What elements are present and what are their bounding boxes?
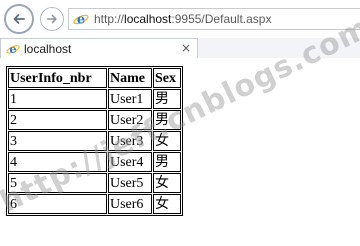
tab-strip: e localhost ×: [0, 38, 360, 58]
back-button[interactable]: [4, 4, 34, 34]
cell-sex: 女: [153, 131, 181, 151]
cell-name: User1: [108, 89, 152, 109]
url-path: :9955/Default.aspx: [171, 12, 272, 26]
table-row: 2 User2 男: [8, 110, 181, 130]
cell-name: User4: [108, 152, 152, 172]
address-bar[interactable]: e http://localhost:9955/Default.aspx: [68, 8, 360, 30]
user-info-table: UserInfo_nbr Name Sex 1 User1 男 2 User2 …: [6, 66, 183, 216]
page-content: UserInfo_nbr Name Sex 1 User1 男 2 User2 …: [0, 58, 360, 246]
navigation-bar: e http://localhost:9955/Default.aspx: [0, 0, 360, 38]
svg-text:e: e: [77, 13, 85, 28]
cell-userinfo-nbr: 3: [8, 131, 107, 151]
back-arrow-icon: [13, 14, 25, 24]
cell-userinfo-nbr: 6: [8, 194, 107, 214]
table-row: 6 User6 女: [8, 194, 181, 214]
table-row: 5 User5 女: [8, 173, 181, 193]
column-header-userinfo-nbr: UserInfo_nbr: [8, 68, 107, 88]
table-header-row: UserInfo_nbr Name Sex: [8, 68, 181, 88]
address-url: http://localhost:9955/Default.aspx: [94, 12, 271, 26]
table-row: 4 User4 男: [8, 152, 181, 172]
table-row: 3 User3 女: [8, 131, 181, 151]
forward-arrow-icon: [46, 14, 57, 24]
cell-sex: 男: [153, 89, 181, 109]
cell-name: User6: [108, 194, 152, 214]
cell-userinfo-nbr: 4: [8, 152, 107, 172]
url-host: localhost: [124, 12, 172, 26]
cell-userinfo-nbr: 1: [8, 89, 107, 109]
cell-name: User5: [108, 173, 152, 193]
svg-text:e: e: [9, 42, 16, 56]
cell-name: User2: [108, 110, 152, 130]
browser-window: e http://localhost:9955/Default.aspx e l…: [0, 0, 360, 246]
forward-button[interactable]: [40, 7, 64, 31]
cell-sex: 女: [153, 194, 181, 214]
ie-logo-icon: e: [6, 42, 20, 56]
cell-name: User3: [108, 131, 152, 151]
tab-localhost[interactable]: e localhost ×: [0, 38, 198, 58]
cell-userinfo-nbr: 5: [8, 173, 107, 193]
url-prefix: http://: [94, 12, 125, 26]
cell-userinfo-nbr: 2: [8, 110, 107, 130]
tab-title: localhost: [24, 41, 72, 56]
column-header-name: Name: [108, 68, 152, 88]
cell-sex: 女: [153, 173, 181, 193]
ie-logo-icon: e: [73, 13, 89, 28]
column-header-sex: Sex: [153, 68, 181, 88]
cell-sex: 男: [153, 152, 181, 172]
table-row: 1 User1 男: [8, 89, 181, 109]
tab-strip-empty: [198, 38, 360, 58]
close-tab-icon[interactable]: ×: [181, 41, 191, 55]
cell-sex: 男: [153, 110, 181, 130]
